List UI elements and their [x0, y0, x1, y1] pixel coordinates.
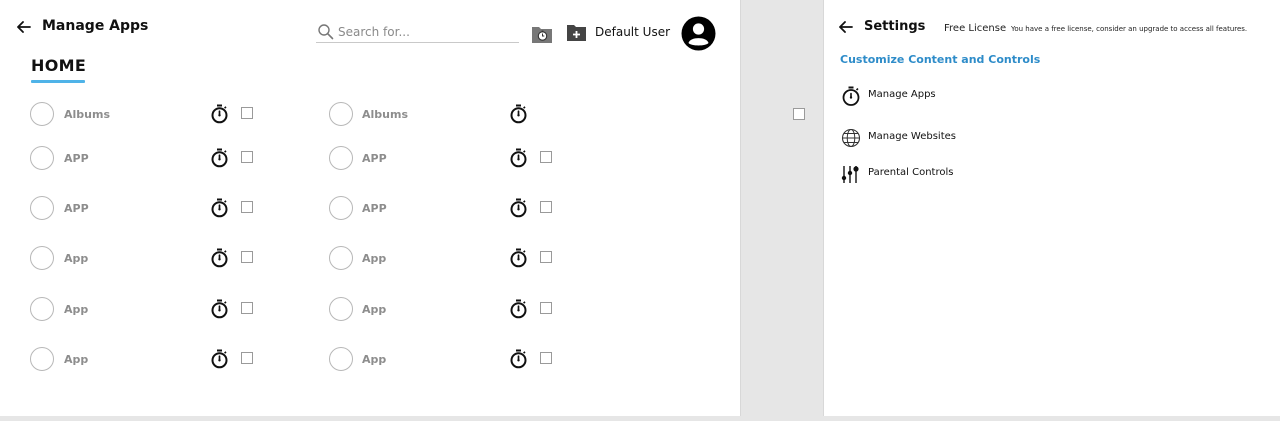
- select-checkbox[interactable]: [793, 108, 805, 120]
- app-label: App: [64, 303, 89, 316]
- user-avatar[interactable]: [681, 16, 716, 51]
- app-select-radio[interactable]: [329, 246, 353, 270]
- app-select-radio[interactable]: [329, 102, 353, 126]
- stopwatch-icon[interactable]: [210, 349, 229, 369]
- app-select-radio[interactable]: [30, 246, 54, 270]
- app-label: App: [362, 303, 387, 316]
- app-select-radio[interactable]: [329, 146, 353, 170]
- app-label: APP: [64, 152, 89, 165]
- app-label: APP: [362, 152, 387, 165]
- sliders-icon: [841, 166, 859, 183]
- stopwatch-icon[interactable]: [509, 349, 528, 369]
- license-note: You have a free license, consider an upg…: [1011, 25, 1248, 33]
- app-select-radio[interactable]: [329, 347, 353, 371]
- app-select-radio[interactable]: [329, 196, 353, 220]
- menu-item-label: Manage Apps: [868, 89, 936, 100]
- app-checkbox[interactable]: [241, 201, 253, 213]
- search-input[interactable]: [338, 24, 508, 39]
- stopwatch-icon[interactable]: [210, 248, 229, 268]
- app-label: App: [362, 353, 387, 366]
- stopwatch-icon[interactable]: [509, 198, 528, 218]
- app-select-radio[interactable]: [30, 102, 54, 126]
- app-checkbox[interactable]: [540, 251, 552, 263]
- folder-add-icon: [567, 25, 586, 41]
- license-badge: Free License: [944, 23, 1007, 34]
- app-label: APP: [64, 202, 89, 215]
- page-title: Manage Apps: [42, 18, 149, 34]
- user-name: Default User: [595, 25, 671, 39]
- arrow-left-icon: [839, 21, 853, 33]
- back-button[interactable]: [15, 18, 33, 36]
- search-box[interactable]: [316, 21, 519, 43]
- app-checkbox[interactable]: [540, 302, 552, 314]
- settings-title: Settings: [864, 19, 926, 34]
- app-label: Albums: [64, 108, 110, 121]
- stopwatch-icon[interactable]: [509, 248, 528, 268]
- app-checkbox[interactable]: [540, 352, 552, 364]
- tab-home[interactable]: HOME: [31, 56, 86, 75]
- menu-item-label: Manage Websites: [868, 131, 956, 142]
- add-folder-button[interactable]: [566, 23, 587, 42]
- folder-timer-icon: [532, 27, 552, 43]
- app-checkbox[interactable]: [540, 151, 552, 163]
- app-select-radio[interactable]: [30, 347, 54, 371]
- app-label: APP: [362, 202, 387, 215]
- app-checkbox[interactable]: [540, 201, 552, 213]
- app-label: Albums: [362, 108, 408, 121]
- stopwatch-icon[interactable]: [210, 148, 229, 168]
- app-checkbox[interactable]: [241, 251, 253, 263]
- app-checkbox[interactable]: [241, 151, 253, 163]
- settings-back-button[interactable]: [837, 18, 855, 36]
- app-label: App: [64, 353, 89, 366]
- stopwatch-icon: [842, 86, 860, 106]
- stopwatch-icon[interactable]: [509, 148, 528, 168]
- stopwatch-icon[interactable]: [210, 299, 229, 319]
- stopwatch-icon[interactable]: [509, 104, 528, 124]
- app-checkbox[interactable]: [241, 352, 253, 364]
- tab-home-indicator: [31, 80, 85, 83]
- folder-timer-button[interactable]: [531, 24, 553, 44]
- app-select-radio[interactable]: [30, 196, 54, 220]
- app-label: App: [64, 252, 89, 265]
- app-label: App: [362, 252, 387, 265]
- user-avatar-icon: [681, 16, 716, 51]
- app-checkbox[interactable]: [241, 302, 253, 314]
- customize-link[interactable]: Customize Content and Controls: [840, 53, 1040, 66]
- app-select-radio[interactable]: [30, 146, 54, 170]
- stopwatch-icon[interactable]: [210, 104, 229, 124]
- arrow-left-icon: [17, 21, 31, 33]
- app-select-radio[interactable]: [30, 297, 54, 321]
- stopwatch-icon[interactable]: [509, 299, 528, 319]
- globe-icon: [841, 128, 861, 148]
- menu-item-label: Parental Controls: [868, 167, 954, 178]
- stopwatch-icon[interactable]: [210, 198, 229, 218]
- app-select-radio[interactable]: [329, 297, 353, 321]
- search-icon: [318, 24, 334, 40]
- app-checkbox[interactable]: [241, 107, 253, 119]
